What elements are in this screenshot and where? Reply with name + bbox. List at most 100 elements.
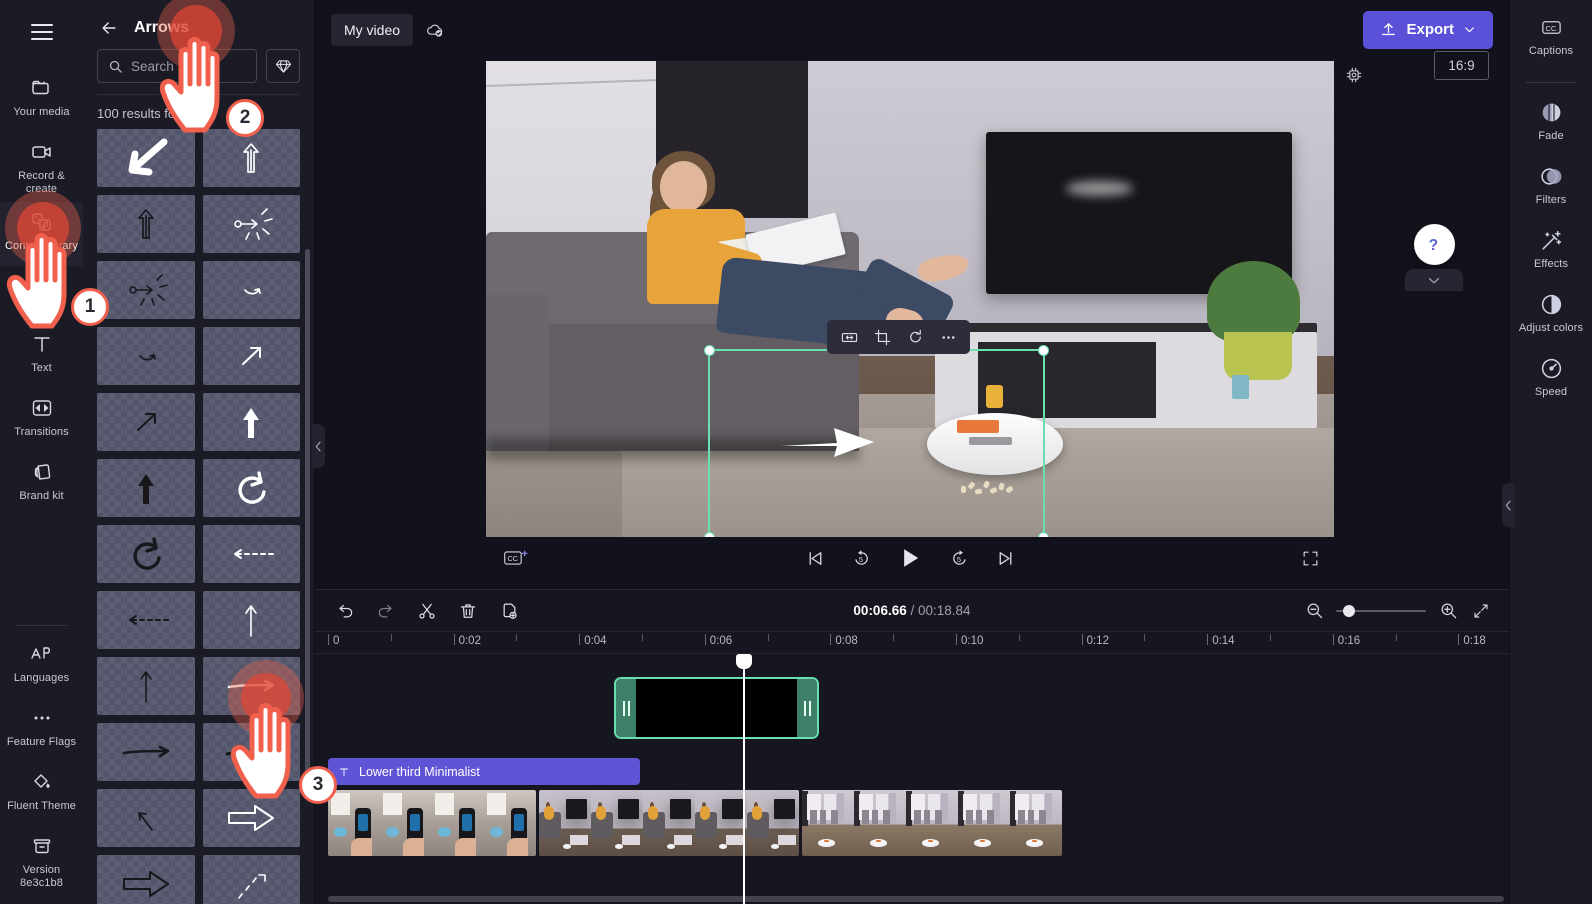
arrow-circular-ccw-black-thumbnail[interactable] (97, 525, 195, 583)
fit-width-icon[interactable] (834, 323, 864, 351)
selected-overlay-clip[interactable] (614, 677, 819, 739)
video-track-filmstrip[interactable] (328, 790, 1065, 856)
panel-item-filters[interactable]: Filters (1510, 149, 1592, 213)
arrow-outline-up-black-thumbnail[interactable] (97, 195, 195, 253)
rotate-icon[interactable] (900, 323, 930, 351)
panel-item-effects[interactable]: Effects (1510, 213, 1592, 277)
crop-icon[interactable] (867, 323, 897, 351)
arrow-dotted-up-right-white-thumbnail[interactable] (202, 855, 300, 904)
timeline-scrollbar-thumb[interactable] (328, 896, 1504, 902)
timeline-ruler[interactable]: 0 0:02 0:04 0:06 0:08 0:10 0:12 0:14 0:16 0:18 (315, 631, 1509, 654)
playhead-knob[interactable] (736, 654, 752, 669)
sidebar-item-your-media[interactable]: Your media (0, 68, 83, 132)
video-preview-stage[interactable] (486, 61, 1334, 537)
sidebar-item-record-create[interactable]: Record & create (0, 132, 83, 202)
sidebar-item-brand-kit[interactable]: Brand kit (0, 452, 83, 516)
fullscreen-icon[interactable] (1296, 545, 1324, 571)
clip-dining-room[interactable] (802, 790, 1062, 856)
duplicate-button[interactable] (496, 598, 522, 624)
arrow-long-right-white-thumbnail[interactable] (202, 657, 300, 715)
arrow-block-right-white-thumbnail[interactable] (202, 789, 300, 847)
undo-button[interactable] (332, 598, 358, 624)
arrow-thick-down-left-white-thumbnail[interactable] (97, 129, 195, 187)
play-button[interactable] (893, 541, 927, 575)
effects-wand-icon (1538, 227, 1564, 253)
aspect-ratio-button[interactable]: 16:9 (1434, 51, 1489, 80)
svg-text:?: ? (1429, 237, 1438, 254)
arrow-diagonal-up-right-black-thumbnail[interactable] (97, 393, 195, 451)
arrow-solid-up-white-thumbnail[interactable] (202, 393, 300, 451)
collapse-right-panel-button[interactable] (1502, 483, 1515, 527)
video-camera-icon (29, 139, 55, 165)
project-title-button[interactable]: My video (331, 13, 414, 46)
arrow-small-curve-black-thumbnail[interactable] (97, 327, 195, 385)
sidebar-item-content-library[interactable]: Content library (0, 202, 83, 266)
arrow-dashed-left-black-thumbnail[interactable] (97, 591, 195, 649)
sidebar-item-text[interactable]: Text (0, 324, 83, 388)
arrow-burst-right-black-thumbnail[interactable] (97, 261, 195, 319)
arrow-thin-up-black-thumbnail[interactable] (97, 657, 195, 715)
rail-primary-items: Your media Record & create Content libra… (0, 68, 83, 516)
more-options-icon[interactable] (933, 323, 963, 351)
panel-item-speed[interactable]: Speed (1510, 341, 1592, 405)
skip-to-end-button[interactable] (991, 544, 1019, 572)
clip-trim-handle-left[interactable] (616, 679, 636, 737)
redo-button[interactable] (373, 598, 399, 624)
arrow-circular-ccw-white-thumbnail[interactable] (202, 459, 300, 517)
delete-button[interactable] (455, 598, 481, 624)
sidebar-item-label: Transitions (14, 426, 69, 438)
filters-icon (1538, 163, 1564, 189)
sidebar-item-label: Feature Flags (6, 736, 77, 748)
overlay-selection-box[interactable] (704, 345, 1049, 537)
white-right-arrow-overlay[interactable] (779, 422, 876, 462)
clip-thumbnail (591, 790, 643, 856)
clip-living-room[interactable] (539, 790, 799, 856)
premium-diamond-button[interactable] (266, 49, 300, 83)
sidebar-item-languages[interactable]: Languages (0, 634, 83, 698)
collapse-library-panel-button[interactable] (312, 424, 325, 468)
arrow-long-right-black-thumbnail[interactable] (97, 723, 195, 781)
zoom-out-icon[interactable] (1303, 600, 1325, 622)
back-arrow-icon[interactable] (97, 16, 121, 40)
arrow-outline-up-white-thumbnail[interactable] (202, 129, 300, 187)
skip-to-start-button[interactable] (801, 544, 829, 572)
fit-timeline-icon[interactable] (1470, 600, 1492, 622)
split-button[interactable] (414, 598, 440, 624)
arrow-block-right-black-thumbnail[interactable] (97, 855, 195, 904)
resize-handle-top-right[interactable] (1038, 345, 1049, 356)
clip-phone-app[interactable] (328, 790, 536, 856)
arrow-hand-right-black-thumbnail[interactable] (202, 723, 300, 781)
arrow-small-curve-white-thumbnail[interactable] (202, 261, 300, 319)
arrow-dashed-left-white-thumbnail[interactable] (202, 525, 300, 583)
forward-5-button[interactable]: 5 (945, 544, 973, 572)
zoom-in-icon[interactable] (1437, 600, 1459, 622)
resize-handle-top-left[interactable] (704, 345, 715, 356)
panel-item-captions[interactable]: CC Captions (1510, 8, 1592, 72)
cloud-saved-icon[interactable] (424, 19, 446, 41)
arrow-tiny-up-left-black-thumbnail[interactable] (97, 789, 195, 847)
arrow-diagonal-up-right-white-thumbnail[interactable] (202, 327, 300, 385)
sidebar-item-version[interactable]: Version 8e3c1b8 (0, 826, 83, 896)
help-button[interactable]: ? (1414, 224, 1455, 265)
zoom-slider-knob[interactable] (1343, 604, 1355, 617)
panel-item-adjust-colors[interactable]: Adjust colors (1510, 277, 1592, 341)
clip-trim-handle-right[interactable] (797, 679, 817, 737)
hamburger-menu-icon[interactable] (20, 10, 64, 54)
rewind-5-button[interactable]: 5 (847, 544, 875, 572)
chip-settings-icon[interactable] (1341, 62, 1367, 88)
text-track-clip[interactable]: Lower third Minimalist (328, 758, 640, 785)
search-input[interactable] (131, 58, 246, 74)
panel-item-label: Fade (1538, 130, 1564, 142)
collapse-preview-button[interactable] (1405, 269, 1463, 291)
arrow-solid-up-black-thumbnail[interactable] (97, 459, 195, 517)
search-box[interactable] (97, 49, 257, 83)
arrow-burst-right-white-thumbnail[interactable] (202, 195, 300, 253)
zoom-slider[interactable] (1336, 603, 1426, 619)
panel-item-fade[interactable]: Fade (1510, 85, 1592, 149)
export-button[interactable]: Export (1363, 10, 1493, 49)
sidebar-item-fluent-theme[interactable]: Fluent Theme (0, 762, 83, 826)
arrow-thin-up-white-thumbnail[interactable] (202, 591, 300, 649)
library-scrollbar[interactable] (305, 249, 310, 779)
sidebar-item-transitions[interactable]: Transitions (0, 388, 83, 452)
sidebar-item-feature-flags[interactable]: Feature Flags (0, 698, 83, 762)
